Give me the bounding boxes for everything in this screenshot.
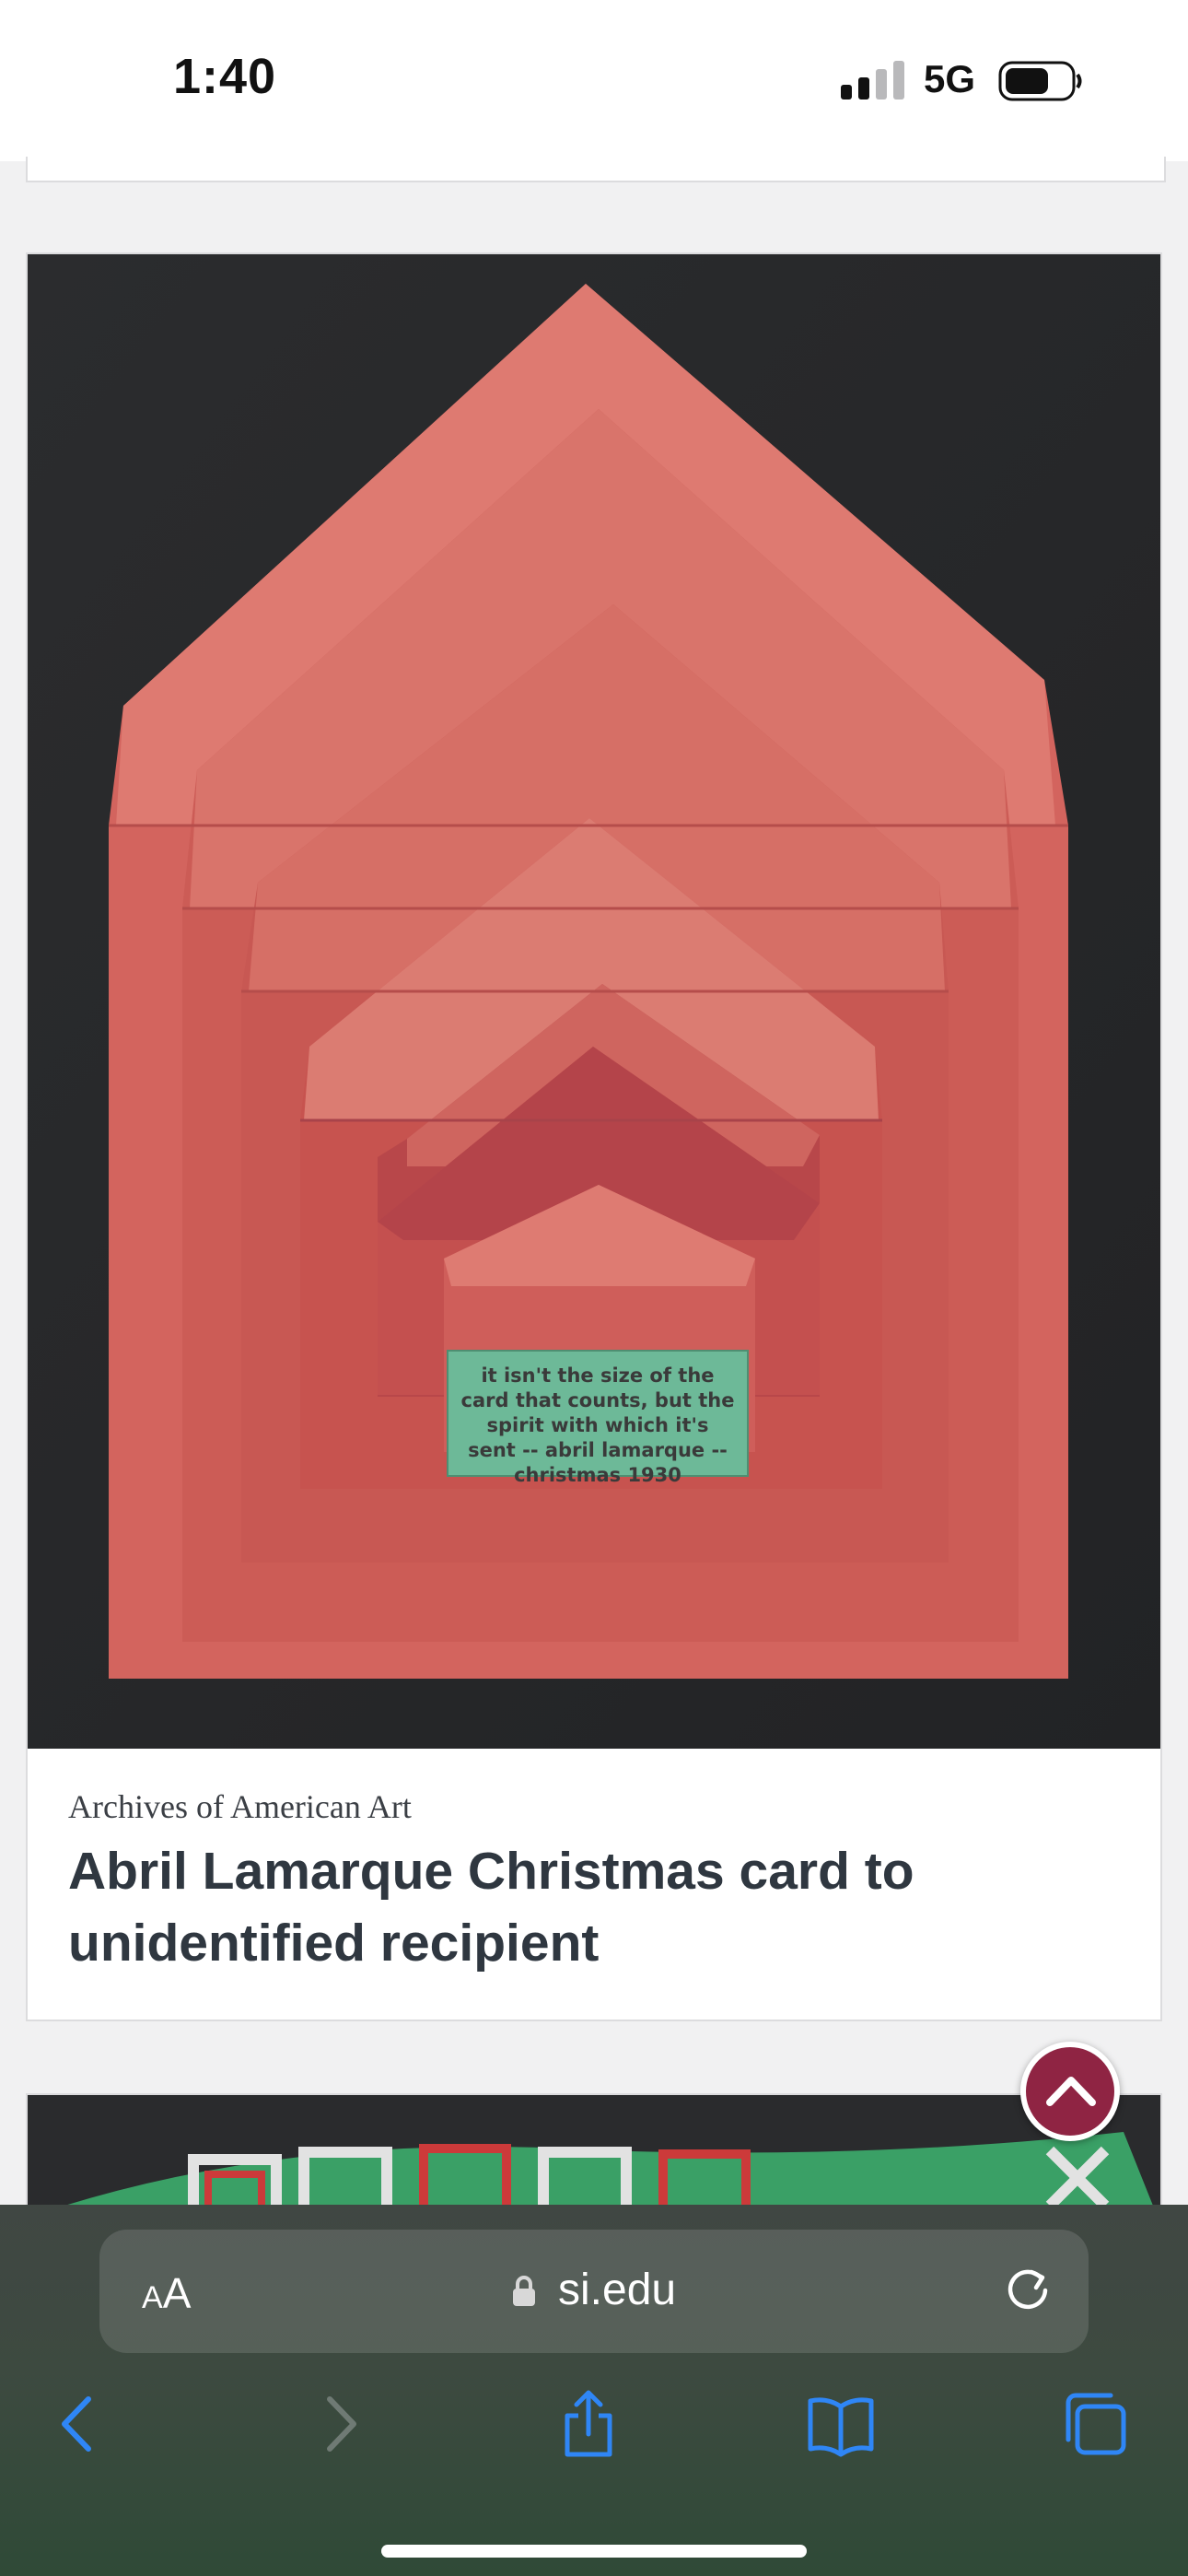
result-source: Archives of American Art — [68, 1788, 412, 1825]
back-to-top-button[interactable] — [1020, 2042, 1120, 2141]
result-title[interactable]: Abril Lamarque Christmas card to unident… — [68, 1835, 1100, 1979]
result-card-image[interactable]: it isn't the size of the card that count… — [28, 254, 1160, 1749]
battery-icon — [998, 61, 1082, 101]
chevron-up-icon — [1046, 2077, 1096, 2106]
home-indicator[interactable] — [381, 2545, 807, 2558]
text-size-button[interactable]: AA — [142, 2268, 191, 2318]
back-arrow-icon[interactable] — [46, 2390, 114, 2458]
result-card[interactable]: it isn't the size of the card that count… — [26, 252, 1162, 2021]
url-text[interactable]: si.edu — [558, 2265, 676, 2315]
inscription-line: spirit with which it's — [487, 1414, 709, 1436]
lock-icon — [513, 2276, 535, 2306]
share-icon[interactable] — [554, 2390, 623, 2458]
next-result-image — [50, 2132, 1159, 2220]
status-time: 1:40 — [173, 49, 277, 104]
forward-arrow-icon[interactable] — [304, 2390, 372, 2458]
previous-result-card[interactable] — [26, 157, 1166, 182]
inscription-line: sent -- abril lamarque -- — [468, 1439, 728, 1461]
inscription-line: christmas 1930 — [514, 1464, 681, 1486]
status-bar: 1:40 5G — [0, 0, 1188, 161]
text-size-large-a: A — [162, 2269, 192, 2317]
christmas-card-photo: it isn't the size of the card that count… — [28, 254, 1160, 1749]
inscription-line: it isn't the size of the — [481, 1364, 714, 1387]
text-size-small-a: A — [142, 2280, 163, 2315]
network-label: 5G — [924, 57, 976, 100]
cellular-signal-icon — [841, 61, 904, 100]
inscription-line: card that counts, but the — [461, 1389, 735, 1411]
tabs-icon[interactable] — [1061, 2390, 1129, 2458]
next-result-card[interactable] — [26, 2093, 1162, 2222]
reload-icon[interactable] — [1004, 2266, 1052, 2314]
bookmarks-icon[interactable] — [807, 2390, 875, 2458]
